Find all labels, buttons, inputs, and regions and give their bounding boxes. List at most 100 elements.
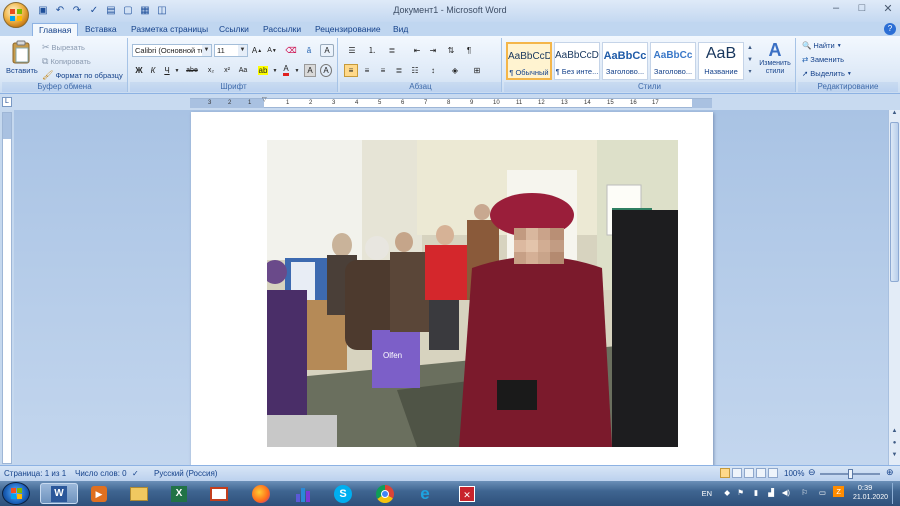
bullets-button[interactable]: ☰ [344, 44, 360, 57]
taskbar-firefox[interactable] [242, 483, 280, 504]
cut-button[interactable]: ✂ Вырезать [42, 42, 85, 53]
tab-review[interactable]: Рецензирование [315, 22, 381, 36]
grow-font-button[interactable]: A ▲ [251, 44, 263, 57]
format-painter-button[interactable]: 🖌 Формат по образцу [42, 70, 123, 81]
tab-page-layout[interactable]: Разметка страницы [131, 22, 208, 36]
increase-indent-button[interactable]: ⇥ [426, 44, 440, 57]
minimize-icon[interactable]: – [828, 1, 844, 15]
shrink-font-button[interactable]: A ▼ [266, 44, 278, 57]
horizontal-ruler[interactable]: 3 2 1 1 2 3 4 5 6 7 8 9 10 11 12 13 14 1… [190, 96, 712, 108]
clock-date[interactable]: 21.01.2020 [853, 494, 888, 501]
tab-mailings[interactable]: Рассылки [263, 22, 301, 36]
taskbar-excel[interactable]: X [160, 483, 198, 504]
borders-button[interactable]: ⊞ [470, 64, 484, 77]
document-page[interactable]: Olfen [191, 112, 713, 465]
bold-button[interactable]: Ж [134, 64, 144, 77]
taskbar-ie[interactable]: e [406, 483, 444, 504]
show-desktop-button[interactable] [892, 483, 898, 504]
office-button[interactable] [3, 2, 29, 28]
zoom-level[interactable]: 100% [784, 469, 804, 478]
network-icon[interactable]: ▟ [768, 488, 774, 497]
shield-icon[interactable]: ◆ [724, 488, 730, 497]
change-styles-button[interactable]: A Изменить стили [756, 40, 794, 76]
superscript-button[interactable]: x² [220, 64, 234, 77]
strikethrough-button[interactable]: abe [184, 64, 200, 77]
inserted-photo[interactable]: Olfen [267, 140, 678, 447]
char-shading-button[interactable]: A [304, 64, 316, 77]
taskbar-word[interactable]: W [40, 483, 78, 504]
keyboard-icon[interactable]: ▭ [819, 488, 826, 497]
volume-icon[interactable]: ◀) [782, 488, 790, 497]
start-button[interactable] [2, 482, 30, 505]
flag-icon[interactable]: ⚐ [801, 488, 808, 497]
zoom-in-icon[interactable]: ⊕ [886, 467, 894, 478]
taskbar-red-app[interactable]: ✕ [448, 483, 486, 504]
taskbar-explorer[interactable] [120, 483, 158, 504]
decrease-indent-button[interactable]: ⇤ [410, 44, 424, 57]
clear-formatting-button[interactable]: ⌫ [284, 44, 298, 57]
shading-button[interactable]: ◈ [448, 64, 462, 77]
distributed-button[interactable]: ☷ [408, 64, 422, 77]
tray-app-icon[interactable]: Z [833, 486, 844, 497]
print-layout-view-icon[interactable] [720, 468, 730, 478]
find-button[interactable]: 🔍 Найти ▼ [802, 41, 842, 50]
font-size-combo[interactable]: 11 ▼ [214, 44, 248, 57]
chevron-down-icon[interactable]: ▼ [272, 64, 278, 77]
style-no-spacing[interactable]: AaBbCcDc ¶ Без инте... [554, 42, 600, 80]
style-title[interactable]: AaB Название [698, 42, 744, 80]
change-case-button[interactable]: Aa [236, 64, 250, 77]
style-heading-1[interactable]: AaBbCc Заголово... [602, 42, 648, 80]
styles-scroll[interactable]: ▲ ▼ ▾ [746, 42, 754, 80]
chevron-down-icon[interactable]: ▼ [202, 45, 211, 56]
taskbar-skype[interactable]: S [324, 483, 362, 504]
underline-button[interactable]: Ч [162, 64, 172, 77]
close-icon[interactable]: ✕ [880, 1, 896, 15]
input-language[interactable]: EN [702, 489, 712, 498]
style-normal[interactable]: AaBbCcDc ¶ Обычный [506, 42, 552, 80]
zoom-slider-thumb[interactable] [848, 469, 853, 479]
tab-references[interactable]: Ссылки [219, 22, 249, 36]
vertical-ruler[interactable] [2, 112, 12, 464]
subscript-button[interactable]: x₂ [204, 64, 218, 77]
maximize-icon[interactable]: □ [854, 1, 870, 15]
taskbar-chart-app[interactable] [284, 483, 322, 504]
scroll-up-icon[interactable]: ▲ [890, 428, 899, 438]
web-layout-view-icon[interactable] [744, 468, 754, 478]
sort-button[interactable]: ⇅ [444, 44, 458, 57]
tab-home[interactable]: Главная [32, 23, 79, 37]
italic-button[interactable]: К [148, 64, 158, 77]
chevron-down-icon[interactable]: ▼ [174, 64, 180, 77]
numbering-button[interactable]: ⒈ [364, 44, 380, 57]
chevron-down-icon[interactable]: ▼ [294, 64, 300, 77]
char-border-button[interactable]: A [320, 44, 334, 57]
indent-marker[interactable]: ▽ [262, 96, 268, 103]
taskbar-presentation[interactable] [200, 483, 238, 504]
full-screen-view-icon[interactable] [732, 468, 742, 478]
font-name-combo[interactable]: Calibri (Основной текст) ▼ [132, 44, 212, 57]
proofing-icon[interactable]: ✓ [132, 469, 139, 478]
tab-view[interactable]: Вид [393, 22, 408, 36]
scroll-up-icon[interactable]: ▲ [890, 110, 899, 120]
style-heading-2[interactable]: AaBbCc Заголово... [650, 42, 696, 80]
font-color-button[interactable]: A [280, 64, 292, 77]
line-spacing-button[interactable]: ↕ [426, 64, 440, 77]
phonetic-guide-button[interactable]: ǎ [302, 44, 316, 57]
show-marks-button[interactable]: ¶ [462, 44, 476, 57]
enclose-chars-button[interactable]: A [320, 64, 332, 77]
taskbar-media-player[interactable]: ▶ [80, 483, 118, 504]
justify-button[interactable]: ≣ [392, 64, 406, 77]
copy-button[interactable]: ⧉ Копировать [42, 56, 91, 67]
highlight-button[interactable]: ab [256, 64, 270, 77]
tab-insert[interactable]: Вставка [85, 22, 117, 36]
help-icon[interactable]: ? [884, 23, 896, 35]
browse-object-icon[interactable]: ● [890, 440, 899, 450]
multilevel-list-button[interactable]: ≣ [384, 44, 400, 57]
clock-time[interactable]: 0:39 [848, 483, 882, 492]
scroll-thumb[interactable] [890, 122, 899, 282]
page-counter[interactable]: Страница: 1 из 1 [4, 469, 66, 478]
outline-view-icon[interactable] [756, 468, 766, 478]
align-left-button[interactable]: ≡ [344, 64, 358, 77]
vertical-scrollbar[interactable]: ▲ ▲ ● ▼ [888, 110, 900, 465]
draft-view-icon[interactable] [768, 468, 778, 478]
battery-icon[interactable]: ▮ [754, 488, 758, 497]
